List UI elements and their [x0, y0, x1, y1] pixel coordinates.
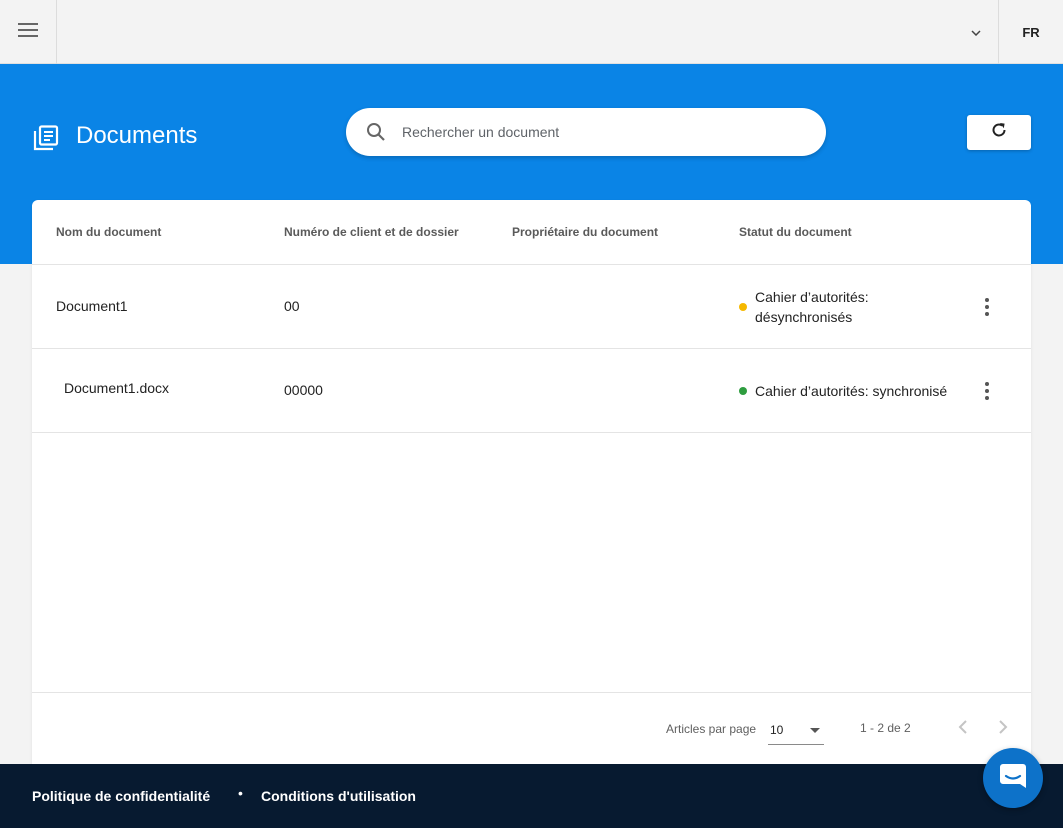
privacy-policy-link[interactable]: Politique de confidentialité [32, 788, 210, 804]
more-vert-icon [985, 382, 989, 386]
page-title: Documents [76, 122, 198, 149]
chevron-down-icon [971, 23, 981, 41]
footer-separator: • [238, 785, 243, 801]
row-actions-button[interactable] [975, 376, 999, 406]
status-text-continued: désynchronisés [755, 309, 853, 325]
status-text: Cahier d’autorités: [755, 289, 869, 305]
status-dot-warning [739, 303, 747, 311]
search-input[interactable] [402, 108, 812, 156]
items-per-page-value: 10 [770, 723, 784, 737]
account-dropdown-button[interactable] [954, 0, 998, 64]
documents-icon [33, 125, 59, 151]
items-per-page-label: Articles par page [666, 722, 757, 736]
next-page-button[interactable] [991, 717, 1015, 741]
column-header-client-matter[interactable]: Numéro de client et de dossier [284, 225, 459, 239]
caret-down-icon [810, 728, 820, 733]
chevron-right-icon [998, 719, 1008, 739]
pagination-range: 1 - 2 de 2 [860, 721, 911, 735]
search-box[interactable] [346, 108, 826, 156]
chat-icon [998, 761, 1028, 796]
items-per-page-select[interactable]: 10 [768, 715, 824, 745]
table-header: Nom du document Numéro de client et de d… [32, 200, 1031, 265]
document-name[interactable]: Document1.docx [64, 380, 169, 396]
row-actions-button[interactable] [975, 292, 999, 322]
column-header-owner[interactable]: Propriétaire du document [512, 225, 658, 239]
status-dot-success [739, 387, 747, 395]
top-bar: FR [0, 0, 1063, 64]
previous-page-button[interactable] [951, 717, 975, 741]
site-footer: Politique de confidentialité • Condition… [0, 764, 1063, 828]
column-header-name[interactable]: Nom du document [56, 225, 161, 239]
refresh-button[interactable] [967, 115, 1031, 150]
chevron-left-icon [958, 719, 968, 739]
client-matter-number: 00 [284, 298, 300, 314]
language-button[interactable]: FR [998, 0, 1063, 64]
chat-launcher-button[interactable] [983, 748, 1043, 808]
table-pagination: Articles par page 10 1 - 2 de 2 [32, 692, 1031, 765]
table-row[interactable]: Document1.docx 00000 Cahier d’autorités:… [32, 349, 1031, 433]
document-name[interactable]: Document1 [56, 298, 128, 314]
status-cell: Cahier d’autorités: synchronisé [739, 381, 947, 401]
more-vert-icon [985, 298, 989, 302]
client-matter-number: 00000 [284, 382, 323, 398]
search-icon [366, 122, 386, 142]
menu-button[interactable] [0, 0, 57, 64]
terms-of-use-link[interactable]: Conditions d'utilisation [261, 788, 416, 804]
status-cell: Cahier d’autorités: désynchronisés [739, 287, 869, 327]
hamburger-icon [18, 22, 38, 42]
status-text: Cahier d’autorités: synchronisé [755, 383, 948, 399]
column-header-status[interactable]: Statut du document [739, 225, 852, 239]
refresh-icon [990, 121, 1008, 144]
table-row[interactable]: Document1 00 Cahier d’autorités: désynch… [32, 265, 1031, 349]
documents-table: Nom du document Numéro de client et de d… [32, 200, 1031, 765]
